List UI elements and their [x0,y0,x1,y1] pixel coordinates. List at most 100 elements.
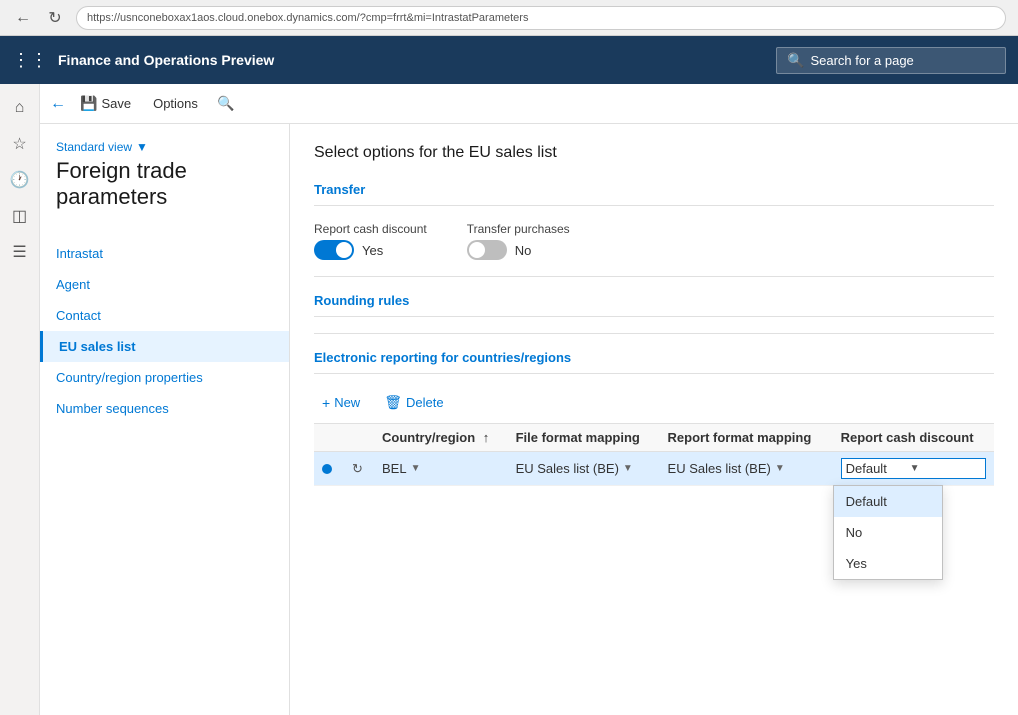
th-report-cash: Report cash discount [833,424,994,452]
td-report-format: EU Sales list (BE) ▼ [660,452,833,486]
command-search-button[interactable]: 🔍 [212,90,240,118]
app-title: Finance and Operations Preview [58,52,766,68]
table-header-row: Country/region ↑ File format mapping Rep… [314,424,994,452]
dropdown-option-yes[interactable]: Yes [834,548,942,579]
th-refresh [344,424,374,452]
save-label: Save [101,96,131,111]
back-button[interactable]: ← [12,7,34,29]
delete-icon: 🗑 [384,394,402,411]
main-layout: ⌂ ☆ 🕐 ◫ ☰ ← 💾 Save Options 🔍 Stan [0,84,1018,715]
td-file-format: EU Sales list (BE) ▼ [508,452,660,486]
report-cash-discount-label: Report cash discount [314,222,427,236]
browser-bar: ← ↻ https://usnconeboxax1aos.cloud.onebo… [0,0,1018,36]
sidebar-item-agent-label: Agent [56,277,90,292]
add-icon: + [322,395,330,411]
td-radio [314,452,344,486]
global-search[interactable]: 🔍 Search for a page [776,47,1006,74]
search-placeholder: Search for a page [810,53,913,68]
url-text: https://usnconeboxax1aos.cloud.onebox.dy… [87,12,528,24]
dropdown-option-yes-label: Yes [846,556,867,571]
td-report-cash[interactable]: ▼ Default No [833,452,994,486]
file-format-chevron-icon[interactable]: ▼ [623,463,633,474]
page-title: Foreign trade parameters [56,158,273,210]
sidebar-item-eu-sales-list[interactable]: EU sales list [40,331,289,362]
command-bar: ← 💾 Save Options 🔍 [40,84,1018,124]
report-format-chevron-icon[interactable]: ▼ [775,463,785,474]
recent-icon[interactable]: 🕐 [4,164,36,196]
report-cash-discount-field: Report cash discount Yes [314,222,427,260]
transfer-purchases-value: No [515,243,532,258]
dropdown-option-no[interactable]: No [834,517,942,548]
file-format-select-cell: EU Sales list (BE) ▼ [516,461,652,476]
dropdown-option-no-label: No [846,525,863,540]
app-header: ⋮⋮ Finance and Operations Preview 🔍 Sear… [0,36,1018,84]
transfer-fields-row: Report cash discount Yes Transfer purcha… [314,222,994,260]
new-button[interactable]: + New [314,391,368,415]
page-header-area: Standard view ▼ Foreign trade parameters [40,140,289,238]
page-content: Standard view ▼ Foreign trade parameters… [40,124,1018,715]
rounding-rules-header: Rounding rules [314,293,994,317]
td-refresh: ↻ [344,452,374,486]
options-label: Options [153,96,198,111]
sort-icon[interactable]: ↑ [483,430,490,445]
delete-button[interactable]: 🗑 Delete [376,390,451,415]
country-value: BEL [382,461,407,476]
home-icon[interactable]: ⌂ [4,92,36,124]
sidebar-item-agent[interactable]: Agent [40,269,289,300]
list-icon[interactable]: ☰ [4,236,36,268]
star-icon[interactable]: ☆ [4,128,36,160]
sidebar-item-contact[interactable]: Contact [40,300,289,331]
transfer-purchases-field: Transfer purchases No [467,222,570,260]
sidebar-item-country-region[interactable]: Country/region properties [40,362,289,393]
refresh-row-icon[interactable]: ↻ [352,461,363,476]
report-cash-dropdown-input[interactable]: ▼ [841,458,986,479]
refresh-button[interactable]: ↻ [44,7,66,29]
th-report-cash-label: Report cash discount [841,430,974,445]
chevron-down-icon: ▼ [136,140,148,154]
th-country-region: Country/region ↑ [374,424,508,452]
standard-view-selector[interactable]: Standard view ▼ [56,140,273,154]
th-country-region-label: Country/region [382,430,475,445]
th-report-format-label: Report format mapping [668,430,812,445]
table-row: ↻ BEL ▼ EU Sales list (BE) [314,452,994,486]
workspace-icon[interactable]: ◫ [4,200,36,232]
sidebar-icons: ⌂ ☆ 🕐 ◫ ☰ [0,84,40,715]
divider-2 [314,333,994,334]
section-title: Select options for the EU sales list [314,144,994,162]
th-radio [314,424,344,452]
left-nav: Standard view ▼ Foreign trade parameters… [40,124,290,715]
report-cash-discount-toggle-container: Yes [314,240,427,260]
td-country: BEL ▼ [374,452,508,486]
dropdown-option-default-label: Default [846,494,887,509]
new-label: New [334,395,360,410]
dropdown-option-default[interactable]: Default [834,486,942,517]
back-nav-button[interactable]: ← [50,95,66,113]
file-format-value: EU Sales list (BE) [516,461,619,476]
report-cash-input[interactable] [846,461,906,476]
transfer-purchases-toggle[interactable] [467,240,507,260]
sidebar-item-country-region-label: Country/region properties [56,370,203,385]
sidebar-item-number-sequences-label: Number sequences [56,401,169,416]
th-file-format-label: File format mapping [516,430,640,445]
report-cash-chevron-icon[interactable]: ▼ [910,463,920,474]
save-button[interactable]: 💾 Save [72,91,139,116]
th-report-format: Report format mapping [660,424,833,452]
save-icon: 💾 [80,95,97,112]
toggle-thumb [336,242,352,258]
electronic-reporting-header: Electronic reporting for countries/regio… [314,350,994,374]
sidebar-item-contact-label: Contact [56,308,101,323]
report-cash-discount-toggle[interactable] [314,240,354,260]
toggle-thumb-2 [469,242,485,258]
grid-icon[interactable]: ⋮⋮ [12,50,48,71]
search-icon: 🔍 [787,52,804,69]
sidebar-item-intrastat[interactable]: Intrastat [40,238,289,269]
address-bar[interactable]: https://usnconeboxax1aos.cloud.onebox.dy… [76,6,1006,30]
table-toolbar: + New 🗑 Delete [314,390,994,415]
options-button[interactable]: Options [145,92,206,115]
row-selected-indicator [322,464,332,474]
transfer-purchases-label: Transfer purchases [467,222,570,236]
sidebar-item-number-sequences[interactable]: Number sequences [40,393,289,424]
right-content: Select options for the EU sales list Tra… [290,124,1018,715]
report-cash-discount-value: Yes [362,243,383,258]
country-chevron-icon[interactable]: ▼ [411,463,421,474]
